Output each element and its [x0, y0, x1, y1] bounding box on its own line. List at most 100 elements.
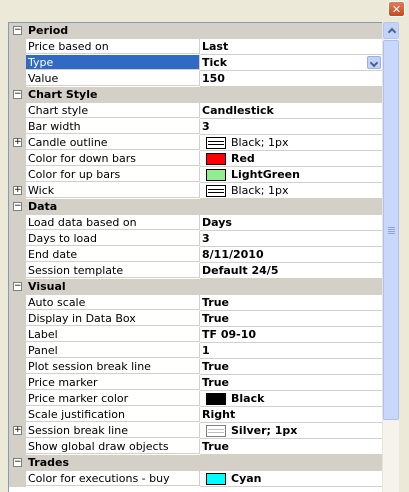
property-row-session-template[interactable]: Session template Default 24/5 — [9, 263, 382, 279]
row-gutter — [9, 71, 26, 87]
dropdown-arrow-icon[interactable] — [367, 56, 381, 69]
category-label: Trades — [28, 456, 70, 469]
property-value[interactable]: Red — [200, 151, 382, 167]
property-row-bar-width[interactable]: Bar width 3 — [9, 119, 382, 135]
expand-icon[interactable]: + — [13, 186, 22, 195]
property-value[interactable]: 3 — [200, 119, 382, 135]
property-row-plot-session-break-line[interactable]: Plot session break line True — [9, 359, 382, 375]
collapse-icon[interactable]: − — [13, 458, 22, 467]
property-value[interactable]: Cyan — [200, 471, 382, 487]
property-row-value[interactable]: Value 150 — [9, 71, 382, 87]
title-bar: ✕ — [0, 0, 409, 20]
property-row-label[interactable]: Label TF 09-10 — [9, 327, 382, 343]
property-value-text: TF 09-10 — [202, 328, 257, 341]
category-period[interactable]: − Period — [9, 23, 382, 39]
vertical-scrollbar[interactable] — [382, 22, 399, 492]
row-gutter — [9, 55, 26, 71]
row-gutter — [9, 295, 26, 311]
category-trades[interactable]: − Trades — [9, 455, 382, 471]
property-row-display-in-data-box[interactable]: Display in Data Box True — [9, 311, 382, 327]
property-value[interactable]: True — [200, 439, 382, 455]
property-value[interactable]: True — [200, 375, 382, 391]
property-value-text: LightGreen — [231, 168, 300, 181]
expand-icon[interactable]: + — [13, 426, 22, 435]
property-row-chart-style[interactable]: Chart style Candlestick — [9, 103, 382, 119]
property-row-panel[interactable]: Panel 1 — [9, 343, 382, 359]
category-label: Period — [28, 24, 69, 37]
property-row-show-global-draw-objects[interactable]: Show global draw objects True — [9, 439, 382, 455]
property-row-days-to-load[interactable]: Days to load 3 — [9, 231, 382, 247]
property-row-wick[interactable]: + Wick Black; 1px — [9, 183, 382, 199]
property-value[interactable]: Silver; 1px — [200, 423, 382, 439]
property-row-session-break-line[interactable]: + Session break line Silver; 1px — [9, 423, 382, 439]
property-name: Wick — [26, 183, 200, 198]
property-value[interactable]: 8/11/2010 — [200, 247, 382, 263]
property-value-text: True — [202, 296, 230, 309]
color-swatch-icon — [206, 169, 226, 181]
property-row-scale-justification[interactable]: Scale justification Right — [9, 407, 382, 423]
property-value-text: 3 — [202, 232, 210, 245]
property-value[interactable]: 1 — [200, 343, 382, 359]
property-value[interactable]: Black; 1px — [200, 183, 382, 199]
category-data[interactable]: − Data — [9, 199, 382, 215]
property-value-text: Black; 1px — [231, 184, 289, 197]
property-value[interactable]: True — [200, 359, 382, 375]
property-name: Days to load — [26, 231, 200, 246]
property-row-load-data-based-on[interactable]: Load data based on Days — [9, 215, 382, 231]
close-button[interactable]: ✕ — [388, 1, 405, 17]
property-value[interactable]: Default 24/5 — [200, 263, 382, 279]
property-name: Price marker — [26, 375, 200, 390]
grip-line — [388, 227, 395, 228]
property-value[interactable]: Black — [200, 391, 382, 407]
property-name: Display in Data Box — [26, 311, 200, 326]
property-name: Bar width — [26, 119, 200, 134]
expand-icon[interactable]: + — [13, 138, 22, 147]
property-name: Session break line — [26, 423, 200, 438]
scroll-up-button[interactable] — [383, 22, 399, 39]
property-value-text: 8/11/2010 — [202, 248, 264, 261]
property-name: Color for executions - buy — [26, 471, 200, 486]
property-value-text: Black; 1px — [231, 136, 289, 149]
property-name: Candle outline — [26, 135, 200, 150]
property-row-auto-scale[interactable]: Auto scale True — [9, 295, 382, 311]
property-row-color-for-up-bars[interactable]: Color for up bars LightGreen — [9, 167, 382, 183]
scroll-thumb[interactable] — [383, 40, 399, 420]
collapse-icon[interactable]: − — [13, 202, 22, 211]
collapse-icon[interactable]: − — [13, 26, 22, 35]
property-value[interactable]: TF 09-10 — [200, 327, 382, 343]
collapse-icon[interactable]: − — [13, 282, 22, 291]
property-row-color-for-executions-buy[interactable]: Color for executions - buy Cyan — [9, 471, 382, 487]
property-row-type[interactable]: Type Tick — [9, 55, 382, 71]
row-gutter — [9, 343, 26, 359]
property-value[interactable]: 3 — [200, 231, 382, 247]
property-value[interactable]: Tick — [200, 55, 382, 71]
property-name: Price based on — [26, 39, 200, 54]
property-value[interactable]: Right — [200, 407, 382, 423]
property-value[interactable]: Days — [200, 215, 382, 231]
property-value[interactable]: Candlestick — [200, 103, 382, 119]
grip-line — [388, 231, 395, 232]
property-row-candle-outline[interactable]: + Candle outline Black; 1px — [9, 135, 382, 151]
property-name: Load data based on — [26, 215, 200, 230]
property-value[interactable]: 150 — [200, 71, 382, 87]
property-name: Panel — [26, 343, 200, 358]
property-row-end-date[interactable]: End date 8/11/2010 — [9, 247, 382, 263]
category-chart-style[interactable]: − Chart Style — [9, 87, 382, 103]
property-value[interactable]: LightGreen — [200, 167, 382, 183]
property-row-price-marker-color[interactable]: Price marker color Black — [9, 391, 382, 407]
property-value[interactable]: Last — [200, 39, 382, 55]
property-value[interactable]: Black; 1px — [200, 135, 382, 151]
property-name: Show global draw objects — [26, 439, 200, 454]
property-value[interactable]: True — [200, 311, 382, 327]
grip-line — [388, 229, 395, 230]
property-value-text: Right — [202, 408, 236, 421]
property-value-text: 3 — [202, 120, 210, 133]
color-swatch-icon — [206, 137, 226, 149]
category-visual[interactable]: − Visual — [9, 279, 382, 295]
collapse-icon[interactable]: − — [13, 90, 22, 99]
property-value-text: Black — [231, 392, 265, 405]
property-row-price-marker[interactable]: Price marker True — [9, 375, 382, 391]
property-row-color-for-down-bars[interactable]: Color for down bars Red — [9, 151, 382, 167]
property-value[interactable]: True — [200, 295, 382, 311]
property-row-price-based-on[interactable]: Price based on Last — [9, 39, 382, 55]
